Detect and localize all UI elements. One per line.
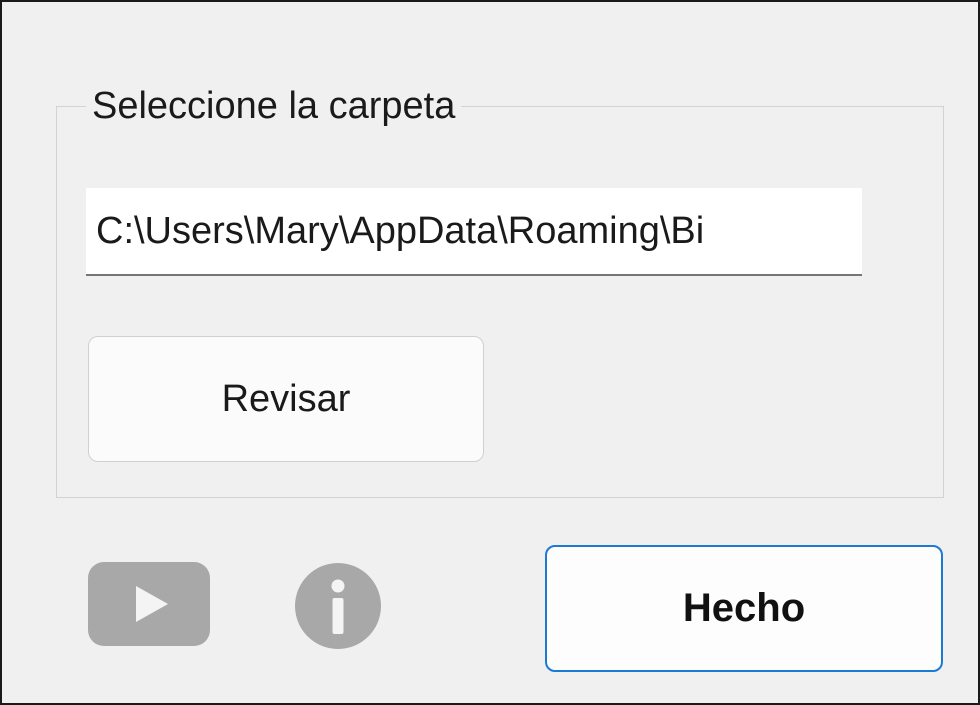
done-button[interactable]: Hecho [545, 545, 943, 672]
info-icon[interactable] [294, 562, 382, 650]
folder-groupbox-label: Seleccione la carpeta [86, 82, 462, 130]
folder-path-input[interactable] [86, 188, 862, 276]
youtube-icon[interactable] [88, 562, 210, 646]
folder-select-dialog: Seleccione la carpeta Revisar Hecho [0, 0, 980, 705]
info-icon-dot [331, 579, 345, 593]
info-icon-stem [332, 598, 344, 634]
browse-button[interactable]: Revisar [88, 336, 484, 462]
